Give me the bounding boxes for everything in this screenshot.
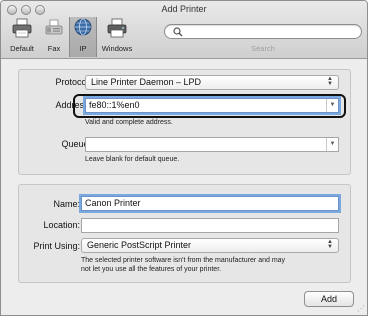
toolbar-windows-label: Windows bbox=[101, 44, 133, 53]
name-value: Canon Printer bbox=[85, 198, 141, 208]
print-using-hint-line1: The selected printer software isn't from… bbox=[81, 257, 286, 264]
search-icon bbox=[173, 27, 183, 37]
print-using-hint-line2: not let you use all the features of your… bbox=[81, 266, 222, 273]
queue-dropdown-button[interactable]: ▼ bbox=[326, 138, 338, 151]
resize-grip-icon[interactable]: ⋰ bbox=[357, 304, 365, 313]
popup-arrows-icon: ▲ ▼ bbox=[327, 76, 333, 87]
add-printer-window: Add Printer Default Fax IP Windows Searc… bbox=[0, 0, 368, 316]
toolbar-ip-label: IP bbox=[79, 44, 87, 53]
printer-icon bbox=[12, 18, 32, 38]
toolbar-default-button[interactable]: Default bbox=[5, 17, 39, 57]
toolbar-fax-button[interactable]: Fax bbox=[39, 17, 69, 57]
name-field[interactable]: Canon Printer bbox=[81, 196, 339, 211]
print-using-popup[interactable]: Generic PostScript Printer ▲ ▼ bbox=[81, 238, 339, 253]
location-label: Location: bbox=[43, 220, 80, 230]
window-title: Add Printer bbox=[161, 4, 207, 14]
toolbar-default-label: Default bbox=[10, 44, 34, 53]
globe-icon bbox=[74, 18, 92, 36]
connection-settings-group: Protocol: Line Printer Daemon – LPD ▲ ▼ A… bbox=[18, 69, 351, 175]
toolbar-fax-label: Fax bbox=[47, 44, 61, 53]
title-bar: Add Printer Default Fax IP Windows Searc… bbox=[1, 1, 367, 59]
fax-icon bbox=[45, 19, 63, 35]
toolbar-ip-button[interactable]: IP bbox=[69, 17, 97, 57]
protocol-popup[interactable]: Line Printer Daemon – LPD ▲ ▼ bbox=[85, 75, 339, 90]
queue-combo-field[interactable]: ▼ bbox=[85, 137, 339, 152]
windows-printer-icon bbox=[107, 18, 127, 38]
name-label: Name: bbox=[53, 199, 80, 209]
printer-info-group: Name: Canon Printer Location: Print Usin… bbox=[18, 184, 351, 283]
toolbar-windows-button[interactable]: Windows bbox=[97, 17, 137, 57]
search-label: Search bbox=[251, 44, 275, 53]
queue-hint: Leave blank for default queue. bbox=[85, 156, 180, 163]
address-highlight-callout bbox=[73, 94, 346, 118]
print-using-value: Generic PostScript Printer bbox=[87, 240, 192, 250]
add-button[interactable]: Add bbox=[304, 291, 354, 307]
print-using-label: Print Using: bbox=[33, 241, 80, 251]
protocol-value: Line Printer Daemon – LPD bbox=[91, 77, 202, 87]
location-field[interactable] bbox=[81, 218, 339, 233]
address-hint: Valid and complete address. bbox=[85, 119, 173, 126]
popup-arrows-icon: ▲ ▼ bbox=[327, 239, 333, 250]
search-field[interactable] bbox=[164, 24, 362, 39]
